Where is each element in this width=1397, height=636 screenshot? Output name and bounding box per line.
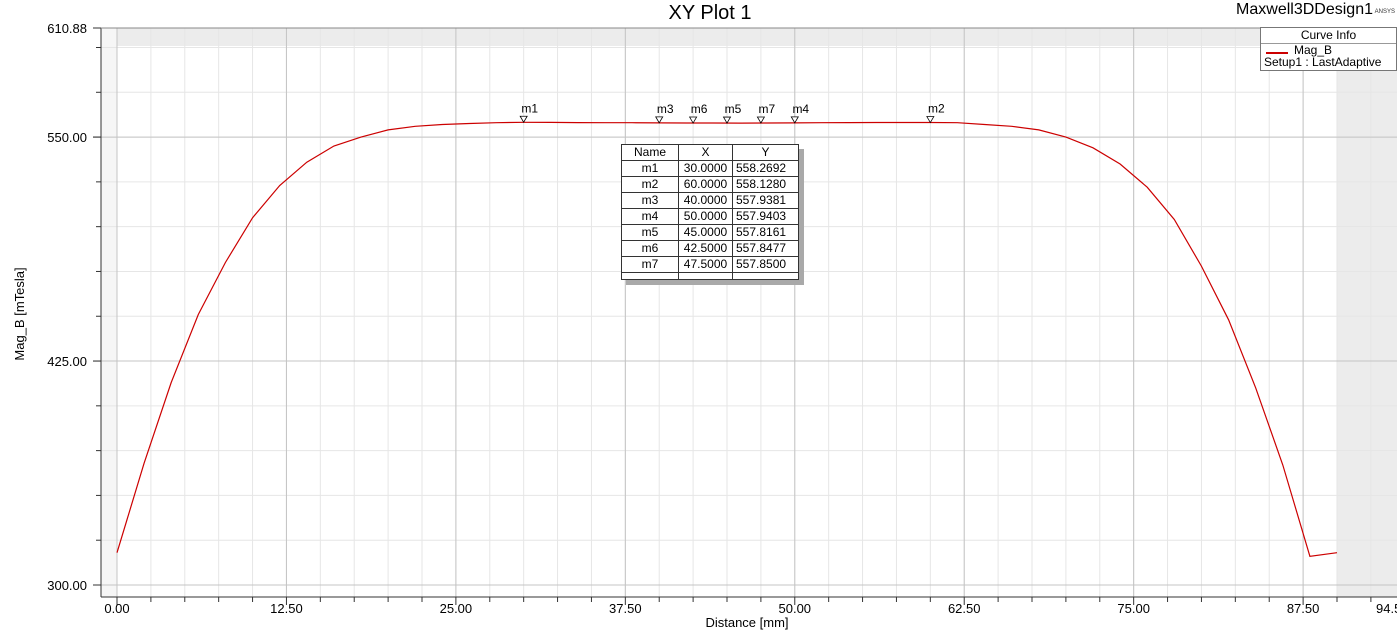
marker-name-cell: m6	[621, 240, 679, 257]
x-tick-label: 75.00	[1117, 601, 1150, 616]
marker-x-cell: 50.0000	[678, 208, 733, 225]
marker-m7-label: m7	[759, 102, 776, 116]
marker-y-cell: 558.1280	[732, 176, 799, 193]
marker-m4-label: m4	[792, 102, 809, 116]
x-tick-label: 62.50	[948, 601, 981, 616]
marker-m1-label: m1	[521, 101, 538, 115]
marker-name-cell: m4	[621, 208, 679, 225]
out-of-range-region	[1337, 28, 1397, 597]
curve-source: Setup1 : LastAdaptive	[1264, 55, 1382, 69]
marker-table-row: m7 47.5000 557.8500	[621, 256, 799, 273]
marker-table-header-cell: Y	[732, 144, 799, 161]
marker-table-blank-row	[621, 272, 799, 280]
marker-x-cell: 47.5000	[678, 256, 733, 273]
marker-table-row: m3 40.0000 557.9381	[621, 192, 799, 209]
marker-m5-label: m5	[725, 102, 742, 116]
marker-table[interactable]: Name X Y m1 30.0000 558.2692 m2 60.0000 558.…	[621, 144, 799, 280]
chart-title: XY Plot 1	[668, 2, 751, 24]
empty-cell	[678, 272, 733, 280]
marker-x-cell: 30.0000	[678, 160, 733, 177]
plot-area	[101, 28, 1397, 597]
out-of-range-region	[101, 28, 117, 597]
marker-table-row: m2 60.0000 558.1280	[621, 176, 799, 193]
marker-y-cell: 557.8500	[732, 256, 799, 273]
marker-name-cell: m3	[621, 192, 679, 209]
empty-cell	[621, 272, 679, 280]
y-tick-label: 550.00	[47, 130, 87, 145]
x-axis-label: Distance [mm]	[705, 615, 788, 630]
x-tick-label: 87.50	[1287, 601, 1320, 616]
marker-y-cell: 558.2692	[732, 160, 799, 177]
y-tick-label: 425.00	[47, 354, 87, 369]
x-tick-label: 94.5	[1376, 601, 1397, 616]
marker-name-cell: m2	[621, 176, 679, 193]
marker-m6-label: m6	[691, 102, 708, 116]
empty-cell	[732, 272, 799, 280]
y-tick-label: 610.88	[47, 21, 87, 36]
marker-m3-label: m3	[657, 102, 674, 116]
out-of-range-region	[101, 28, 1397, 46]
x-tick-label: 12.50	[270, 601, 303, 616]
marker-table-row: m6 42.5000 557.8477	[621, 240, 799, 257]
curve-info-header: Curve Info	[1261, 28, 1396, 44]
marker-y-cell: 557.8477	[732, 240, 799, 257]
x-tick-label: 0.00	[104, 601, 129, 616]
curve-color-swatch	[1266, 52, 1288, 54]
y-tick-label: 300.00	[47, 578, 87, 593]
x-tick-label: 50.00	[779, 601, 812, 616]
marker-table-header-cell: Name	[621, 144, 679, 161]
marker-table-row: m5 45.0000 557.8161	[621, 224, 799, 241]
marker-m2-label: m2	[928, 102, 945, 116]
ansys-logo: ANSYS	[1374, 9, 1395, 15]
marker-table-header: Name X Y	[621, 144, 799, 161]
marker-name-cell: m7	[621, 256, 679, 273]
marker-x-cell: 45.0000	[678, 224, 733, 241]
xy-plot: 300.00 425.00 550.00 610.88 0.00 12.50 25.00 37…	[12, 2, 1397, 630]
marker-y-cell: 557.8161	[732, 224, 799, 241]
marker-x-cell: 60.0000	[678, 176, 733, 193]
marker-y-cell: 557.9403	[732, 208, 799, 225]
marker-x-cell: 40.0000	[678, 192, 733, 209]
design-name: Maxwell3DDesign1	[1236, 1, 1373, 18]
marker-name-cell: m1	[621, 160, 679, 177]
marker-table-row: m1 30.0000 558.2692	[621, 160, 799, 177]
x-tick-label: 37.50	[609, 601, 642, 616]
curve-info-legend[interactable]: Curve Info Mag_B Setup1 : LastAdaptive	[1260, 27, 1397, 71]
y-axis-label: Mag_B [mTesla]	[12, 267, 27, 360]
x-tick-label: 25.00	[440, 601, 473, 616]
marker-y-cell: 557.9381	[732, 192, 799, 209]
marker-x-cell: 42.5000	[678, 240, 733, 257]
marker-table-header-cell: X	[678, 144, 733, 161]
marker-table-row: m4 50.0000 557.9403	[621, 208, 799, 225]
marker-name-cell: m5	[621, 224, 679, 241]
